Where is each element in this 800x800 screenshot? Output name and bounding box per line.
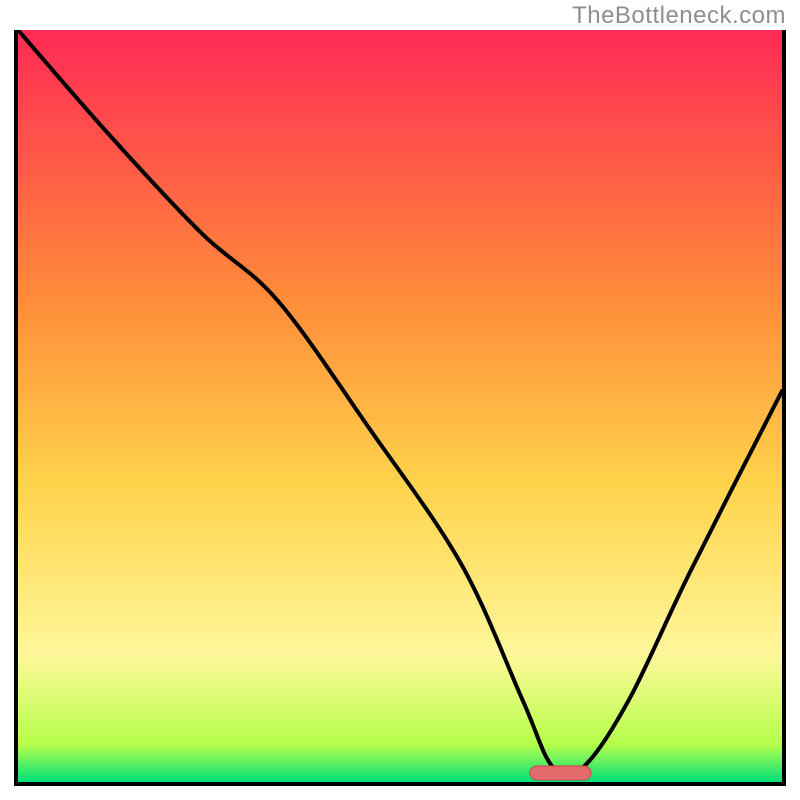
optimal-marker bbox=[530, 766, 591, 780]
gradient-background bbox=[18, 30, 782, 782]
chart-stage: TheBottleneck.com bbox=[0, 0, 800, 800]
plot-area bbox=[14, 30, 786, 786]
plot-svg bbox=[18, 30, 782, 782]
watermark-text: TheBottleneck.com bbox=[572, 2, 786, 30]
